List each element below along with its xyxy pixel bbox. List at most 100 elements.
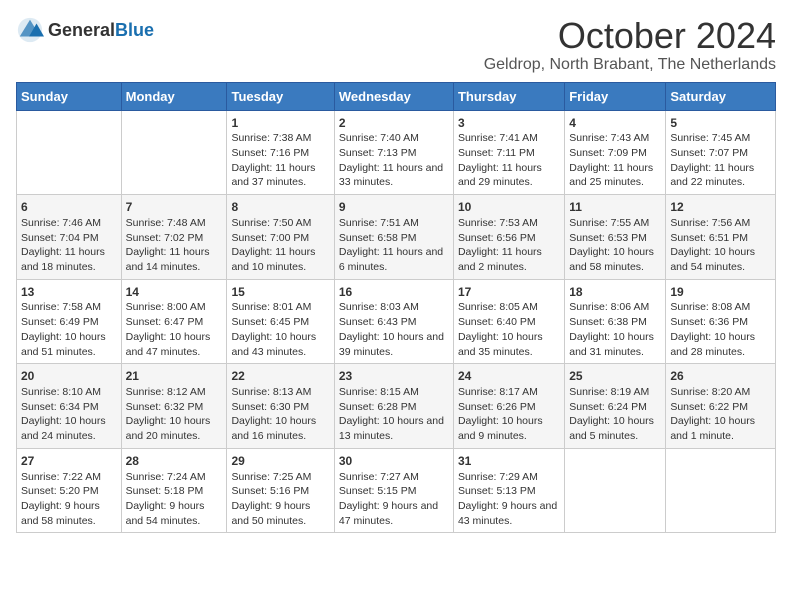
day-number: 4 xyxy=(569,115,661,132)
day-info-line: Sunset: 6:28 PM xyxy=(339,400,449,415)
day-info-line: Sunrise: 8:08 AM xyxy=(670,300,771,315)
calendar-cell: 9Sunrise: 7:51 AMSunset: 6:58 PMDaylight… xyxy=(334,195,453,280)
calendar-cell xyxy=(666,448,776,533)
day-info-line: Sunset: 6:22 PM xyxy=(670,400,771,415)
day-info-line: Sunset: 6:40 PM xyxy=(458,315,560,330)
day-number: 19 xyxy=(670,284,771,301)
day-info-line: Sunrise: 8:17 AM xyxy=(458,385,560,400)
day-info-line: Sunrise: 7:22 AM xyxy=(21,470,117,485)
day-info-line: Sunset: 6:30 PM xyxy=(231,400,329,415)
calendar-week-row: 20Sunrise: 8:10 AMSunset: 6:34 PMDayligh… xyxy=(17,364,776,449)
day-info-line: Sunset: 7:09 PM xyxy=(569,146,661,161)
day-info-line: Sunset: 6:32 PM xyxy=(126,400,223,415)
calendar-cell: 10Sunrise: 7:53 AMSunset: 6:56 PMDayligh… xyxy=(453,195,564,280)
day-number: 6 xyxy=(21,199,117,216)
day-info-line: Daylight: 11 hours and 25 minutes. xyxy=(569,161,661,190)
day-info-line: Sunrise: 7:24 AM xyxy=(126,470,223,485)
day-info-line: Sunrise: 7:29 AM xyxy=(458,470,560,485)
calendar-cell: 30Sunrise: 7:27 AMSunset: 5:15 PMDayligh… xyxy=(334,448,453,533)
day-info-line: Daylight: 10 hours and 1 minute. xyxy=(670,414,771,443)
calendar-cell: 17Sunrise: 8:05 AMSunset: 6:40 PMDayligh… xyxy=(453,279,564,364)
day-info-line: Sunrise: 7:56 AM xyxy=(670,216,771,231)
calendar-week-row: 27Sunrise: 7:22 AMSunset: 5:20 PMDayligh… xyxy=(17,448,776,533)
title-block: October 2024 Geldrop, North Brabant, The… xyxy=(484,16,776,74)
day-info-line: Sunset: 6:36 PM xyxy=(670,315,771,330)
day-number: 2 xyxy=(339,115,449,132)
day-number: 3 xyxy=(458,115,560,132)
day-info-line: Daylight: 10 hours and 51 minutes. xyxy=(21,330,117,359)
day-number: 11 xyxy=(569,199,661,216)
day-info-line: Sunrise: 7:48 AM xyxy=(126,216,223,231)
day-info-line: Sunrise: 7:41 AM xyxy=(458,131,560,146)
day-info-line: Daylight: 10 hours and 35 minutes. xyxy=(458,330,560,359)
day-info-line: Sunset: 6:45 PM xyxy=(231,315,329,330)
calendar-cell: 23Sunrise: 8:15 AMSunset: 6:28 PMDayligh… xyxy=(334,364,453,449)
day-info-line: Sunset: 5:20 PM xyxy=(21,484,117,499)
calendar-cell: 25Sunrise: 8:19 AMSunset: 6:24 PMDayligh… xyxy=(565,364,666,449)
day-info-line: Sunset: 7:02 PM xyxy=(126,231,223,246)
calendar-cell: 28Sunrise: 7:24 AMSunset: 5:18 PMDayligh… xyxy=(121,448,227,533)
weekday-header-cell: Tuesday xyxy=(227,82,334,110)
calendar-cell: 3Sunrise: 7:41 AMSunset: 7:11 PMDaylight… xyxy=(453,110,564,195)
day-info-line: Sunset: 6:38 PM xyxy=(569,315,661,330)
calendar-cell: 7Sunrise: 7:48 AMSunset: 7:02 PMDaylight… xyxy=(121,195,227,280)
weekday-header-cell: Wednesday xyxy=(334,82,453,110)
day-info-line: Sunset: 5:13 PM xyxy=(458,484,560,499)
day-info-line: Sunset: 6:51 PM xyxy=(670,231,771,246)
day-info-line: Sunrise: 7:53 AM xyxy=(458,216,560,231)
day-info-line: Sunset: 6:56 PM xyxy=(458,231,560,246)
day-info-line: Sunrise: 7:45 AM xyxy=(670,131,771,146)
calendar-cell: 4Sunrise: 7:43 AMSunset: 7:09 PMDaylight… xyxy=(565,110,666,195)
day-number: 26 xyxy=(670,368,771,385)
day-info-line: Daylight: 11 hours and 14 minutes. xyxy=(126,245,223,274)
day-number: 21 xyxy=(126,368,223,385)
day-number: 5 xyxy=(670,115,771,132)
calendar-cell: 6Sunrise: 7:46 AMSunset: 7:04 PMDaylight… xyxy=(17,195,122,280)
day-info-line: Daylight: 10 hours and 47 minutes. xyxy=(126,330,223,359)
day-number: 27 xyxy=(21,453,117,470)
calendar-cell xyxy=(17,110,122,195)
logo-general-text: General xyxy=(48,20,115,41)
calendar-cell: 21Sunrise: 8:12 AMSunset: 6:32 PMDayligh… xyxy=(121,364,227,449)
day-info-line: Sunrise: 8:05 AM xyxy=(458,300,560,315)
logo-blue-text: Blue xyxy=(115,20,154,41)
day-info-line: Sunset: 5:16 PM xyxy=(231,484,329,499)
day-number: 18 xyxy=(569,284,661,301)
day-info-line: Sunrise: 8:03 AM xyxy=(339,300,449,315)
day-info-line: Sunrise: 8:06 AM xyxy=(569,300,661,315)
day-info-line: Daylight: 11 hours and 29 minutes. xyxy=(458,161,560,190)
calendar-cell: 11Sunrise: 7:55 AMSunset: 6:53 PMDayligh… xyxy=(565,195,666,280)
day-info-line: Sunset: 6:58 PM xyxy=(339,231,449,246)
calendar-cell: 12Sunrise: 7:56 AMSunset: 6:51 PMDayligh… xyxy=(666,195,776,280)
calendar-cell: 24Sunrise: 8:17 AMSunset: 6:26 PMDayligh… xyxy=(453,364,564,449)
day-info-line: Sunset: 7:11 PM xyxy=(458,146,560,161)
day-info-line: Sunset: 6:26 PM xyxy=(458,400,560,415)
day-info-line: Sunrise: 7:27 AM xyxy=(339,470,449,485)
calendar-cell: 2Sunrise: 7:40 AMSunset: 7:13 PMDaylight… xyxy=(334,110,453,195)
day-number: 29 xyxy=(231,453,329,470)
calendar-week-row: 1Sunrise: 7:38 AMSunset: 7:16 PMDaylight… xyxy=(17,110,776,195)
day-info-line: Sunrise: 8:12 AM xyxy=(126,385,223,400)
day-info-line: Sunset: 6:47 PM xyxy=(126,315,223,330)
day-info-line: Sunset: 5:15 PM xyxy=(339,484,449,499)
day-info-line: Sunrise: 8:10 AM xyxy=(21,385,117,400)
day-info-line: Daylight: 11 hours and 6 minutes. xyxy=(339,245,449,274)
day-info-line: Daylight: 10 hours and 28 minutes. xyxy=(670,330,771,359)
weekday-header-cell: Saturday xyxy=(666,82,776,110)
day-info-line: Sunset: 7:04 PM xyxy=(21,231,117,246)
day-info-line: Daylight: 10 hours and 31 minutes. xyxy=(569,330,661,359)
day-info-line: Sunrise: 8:19 AM xyxy=(569,385,661,400)
calendar-cell: 20Sunrise: 8:10 AMSunset: 6:34 PMDayligh… xyxy=(17,364,122,449)
day-number: 12 xyxy=(670,199,771,216)
day-info-line: Daylight: 10 hours and 39 minutes. xyxy=(339,330,449,359)
day-number: 28 xyxy=(126,453,223,470)
weekday-header-cell: Sunday xyxy=(17,82,122,110)
calendar-cell: 29Sunrise: 7:25 AMSunset: 5:16 PMDayligh… xyxy=(227,448,334,533)
day-info-line: Daylight: 10 hours and 43 minutes. xyxy=(231,330,329,359)
calendar-table: SundayMondayTuesdayWednesdayThursdayFrid… xyxy=(16,82,776,534)
day-info-line: Daylight: 10 hours and 16 minutes. xyxy=(231,414,329,443)
day-info-line: Sunset: 7:07 PM xyxy=(670,146,771,161)
day-info-line: Sunrise: 8:15 AM xyxy=(339,385,449,400)
day-info-line: Daylight: 11 hours and 2 minutes. xyxy=(458,245,560,274)
main-title: October 2024 xyxy=(484,16,776,56)
